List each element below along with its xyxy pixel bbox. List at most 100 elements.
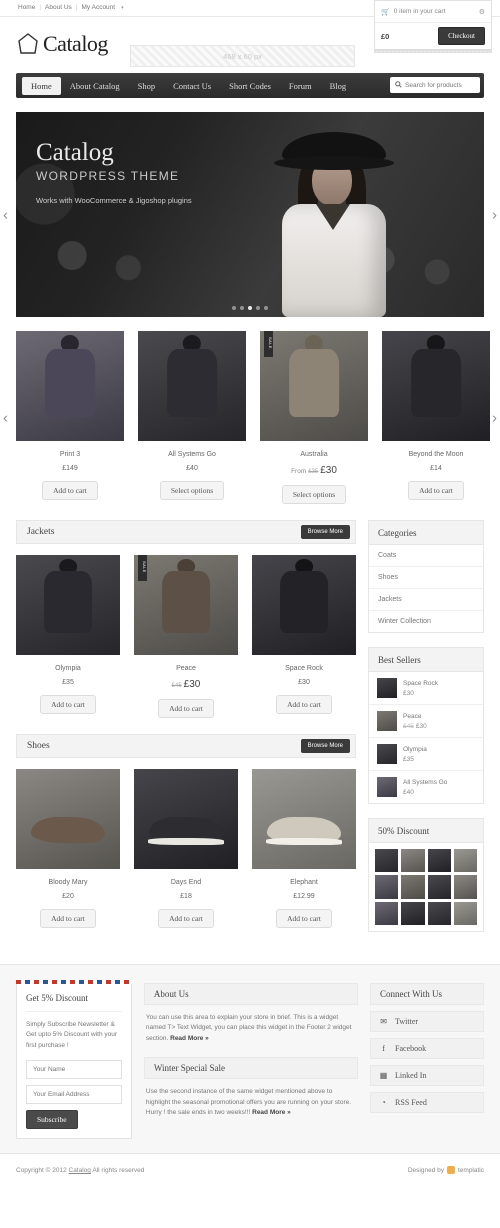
product-grid-shoes: Bloody Mary £20 Add to cart Days End £18… bbox=[16, 769, 356, 928]
hero-dot[interactable] bbox=[232, 306, 236, 310]
discount-thumbnail[interactable] bbox=[401, 875, 425, 899]
read-more-link[interactable]: Read More » bbox=[170, 1035, 209, 1042]
discount-thumbnail[interactable] bbox=[453, 901, 477, 925]
featured-next-arrow[interactable]: › bbox=[492, 410, 497, 425]
product-name[interactable]: Beyond the Moon bbox=[382, 451, 490, 458]
product-name[interactable]: Elephant bbox=[252, 879, 356, 886]
cart-zigzag-edge bbox=[375, 49, 491, 52]
nav-item-about-catalog[interactable]: About Catalog bbox=[61, 77, 129, 95]
add-to-cart-button[interactable]: Add to cart bbox=[408, 481, 464, 500]
copyright-bar: Copyright © 2012 Catalog All rights rese… bbox=[0, 1152, 500, 1187]
browse-more-button[interactable]: Browse More bbox=[300, 739, 350, 753]
social-link-facebook[interactable]: f Facebook bbox=[370, 1037, 484, 1059]
discount-thumbnail[interactable] bbox=[401, 849, 425, 873]
search-input[interactable] bbox=[405, 81, 475, 89]
top-nav-item-home[interactable]: Home bbox=[18, 4, 35, 11]
nav-item-short-codes[interactable]: Short Codes bbox=[220, 77, 280, 95]
footer-widget-title-about-us: About Us bbox=[143, 982, 359, 1005]
hero-prev-arrow[interactable]: ‹ bbox=[3, 207, 8, 222]
product-image[interactable] bbox=[252, 555, 356, 655]
product-card: Olympia £35 Add to cart bbox=[16, 555, 120, 718]
discount-thumbnail[interactable] bbox=[375, 901, 399, 925]
product-image[interactable] bbox=[252, 769, 356, 869]
product-name[interactable]: Bloody Mary bbox=[16, 879, 120, 886]
checkout-button[interactable]: Checkout bbox=[438, 27, 485, 45]
discount-thumbnail[interactable] bbox=[427, 849, 451, 873]
page-root: Home | About Us | My Account ▾ 🛒 0 item … bbox=[0, 0, 500, 1187]
add-to-cart-button[interactable]: Add to cart bbox=[42, 481, 98, 500]
nav-item-shop[interactable]: Shop bbox=[129, 77, 164, 95]
newsletter-email-input[interactable] bbox=[26, 1084, 122, 1104]
product-image[interactable] bbox=[16, 331, 124, 441]
discount-thumbnail[interactable] bbox=[401, 901, 425, 925]
discount-thumbnail[interactable] bbox=[453, 849, 477, 873]
product-name[interactable]: Olympia bbox=[16, 665, 120, 672]
read-more-link[interactable]: Read More » bbox=[252, 1109, 291, 1116]
category-item-winter-collection[interactable]: Winter Collection bbox=[369, 611, 483, 632]
hero-subtitle: WORDPRESS THEME bbox=[36, 169, 180, 183]
product-image[interactable] bbox=[16, 555, 120, 655]
add-to-cart-button[interactable]: Add to cart bbox=[158, 909, 214, 928]
product-image[interactable] bbox=[134, 769, 238, 869]
add-to-cart-button[interactable]: Add to cart bbox=[276, 909, 332, 928]
add-to-cart-button[interactable]: Add to cart bbox=[40, 695, 96, 714]
social-link-rss[interactable]: ◔ RSS Feed bbox=[370, 1091, 484, 1113]
section-title: Jackets bbox=[27, 527, 55, 537]
nav-item-contact-us[interactable]: Contact Us bbox=[164, 77, 220, 95]
ad-placeholder[interactable]: 468 x 60 px bbox=[130, 45, 355, 67]
browse-more-button[interactable]: Browse More bbox=[300, 525, 350, 539]
subscribe-button[interactable]: Subscribe bbox=[26, 1109, 78, 1129]
hero-next-arrow[interactable]: › bbox=[492, 207, 497, 222]
category-item-shoes[interactable]: Shoes bbox=[369, 567, 483, 589]
site-logo[interactable]: Catalog bbox=[16, 31, 108, 57]
select-options-button[interactable]: Select options bbox=[281, 485, 347, 504]
product-name[interactable]: All Systems Go bbox=[138, 451, 246, 458]
product-image[interactable] bbox=[16, 769, 120, 869]
gear-icon[interactable]: ⚙ bbox=[479, 8, 485, 16]
featured-prev-arrow[interactable]: ‹ bbox=[3, 410, 8, 425]
add-to-cart-button[interactable]: Add to cart bbox=[40, 909, 96, 928]
best-seller-item[interactable]: All Systems Go £40 bbox=[369, 771, 483, 803]
hero-dot[interactable] bbox=[256, 306, 260, 310]
top-nav-item-about-us[interactable]: About Us bbox=[45, 4, 72, 11]
discount-thumbnail[interactable] bbox=[427, 901, 451, 925]
category-item-jackets[interactable]: Jackets bbox=[369, 589, 483, 611]
hero-dot[interactable] bbox=[240, 306, 244, 310]
best-seller-item[interactable]: Peace £45 £30 bbox=[369, 705, 483, 738]
featured-carousel: ‹ › Print 3 £149 Add to cart All Systems… bbox=[3, 331, 497, 504]
discount-thumbnail[interactable] bbox=[375, 875, 399, 899]
hero-dot[interactable] bbox=[264, 306, 268, 310]
newsletter-name-input[interactable] bbox=[26, 1059, 122, 1079]
best-seller-item[interactable]: Olympia £35 bbox=[369, 738, 483, 771]
product-card: Beyond the Moon £14 Add to cart bbox=[382, 331, 490, 504]
nav-item-forum[interactable]: Forum bbox=[280, 77, 321, 95]
product-image[interactable] bbox=[138, 331, 246, 441]
social-link-twitter[interactable]: ✉ Twitter bbox=[370, 1010, 484, 1032]
best-seller-item[interactable]: Space Rock £30 bbox=[369, 672, 483, 705]
copyright-site-link[interactable]: Catalog bbox=[69, 1167, 91, 1174]
discount-thumbnail[interactable] bbox=[453, 875, 477, 899]
hero-dot-active[interactable] bbox=[248, 306, 252, 310]
ad-placeholder-label: 468 x 60 px bbox=[223, 51, 262, 61]
discount-thumbnail[interactable] bbox=[427, 875, 451, 899]
add-to-cart-button[interactable]: Add to cart bbox=[158, 699, 214, 718]
best-seller-name: All Systems Go bbox=[403, 778, 448, 786]
product-image[interactable]: SALE bbox=[134, 555, 238, 655]
product-name[interactable]: Space Rock bbox=[252, 665, 356, 672]
product-image[interactable] bbox=[382, 331, 490, 441]
product-image[interactable]: SALE bbox=[260, 331, 368, 441]
select-options-button[interactable]: Select options bbox=[159, 481, 225, 500]
product-name[interactable]: Print 3 bbox=[16, 451, 124, 458]
discount-thumbnail[interactable] bbox=[375, 849, 399, 873]
product-name[interactable]: Days End bbox=[134, 879, 238, 886]
vendor-name[interactable]: templatic bbox=[458, 1167, 484, 1174]
product-name[interactable]: Peace bbox=[134, 665, 238, 672]
product-name[interactable]: Australia bbox=[260, 451, 368, 458]
category-item-coats[interactable]: Coats bbox=[369, 545, 483, 567]
cart-summary-row[interactable]: 🛒 0 item in your cart ⚙ bbox=[375, 1, 491, 23]
top-nav-item-my-account[interactable]: My Account bbox=[82, 4, 116, 11]
add-to-cart-button[interactable]: Add to cart bbox=[276, 695, 332, 714]
nav-item-home[interactable]: Home bbox=[22, 76, 61, 95]
social-link-linkedin[interactable]: ▦ Linked In bbox=[370, 1064, 484, 1086]
nav-item-blog[interactable]: Blog bbox=[321, 77, 356, 95]
